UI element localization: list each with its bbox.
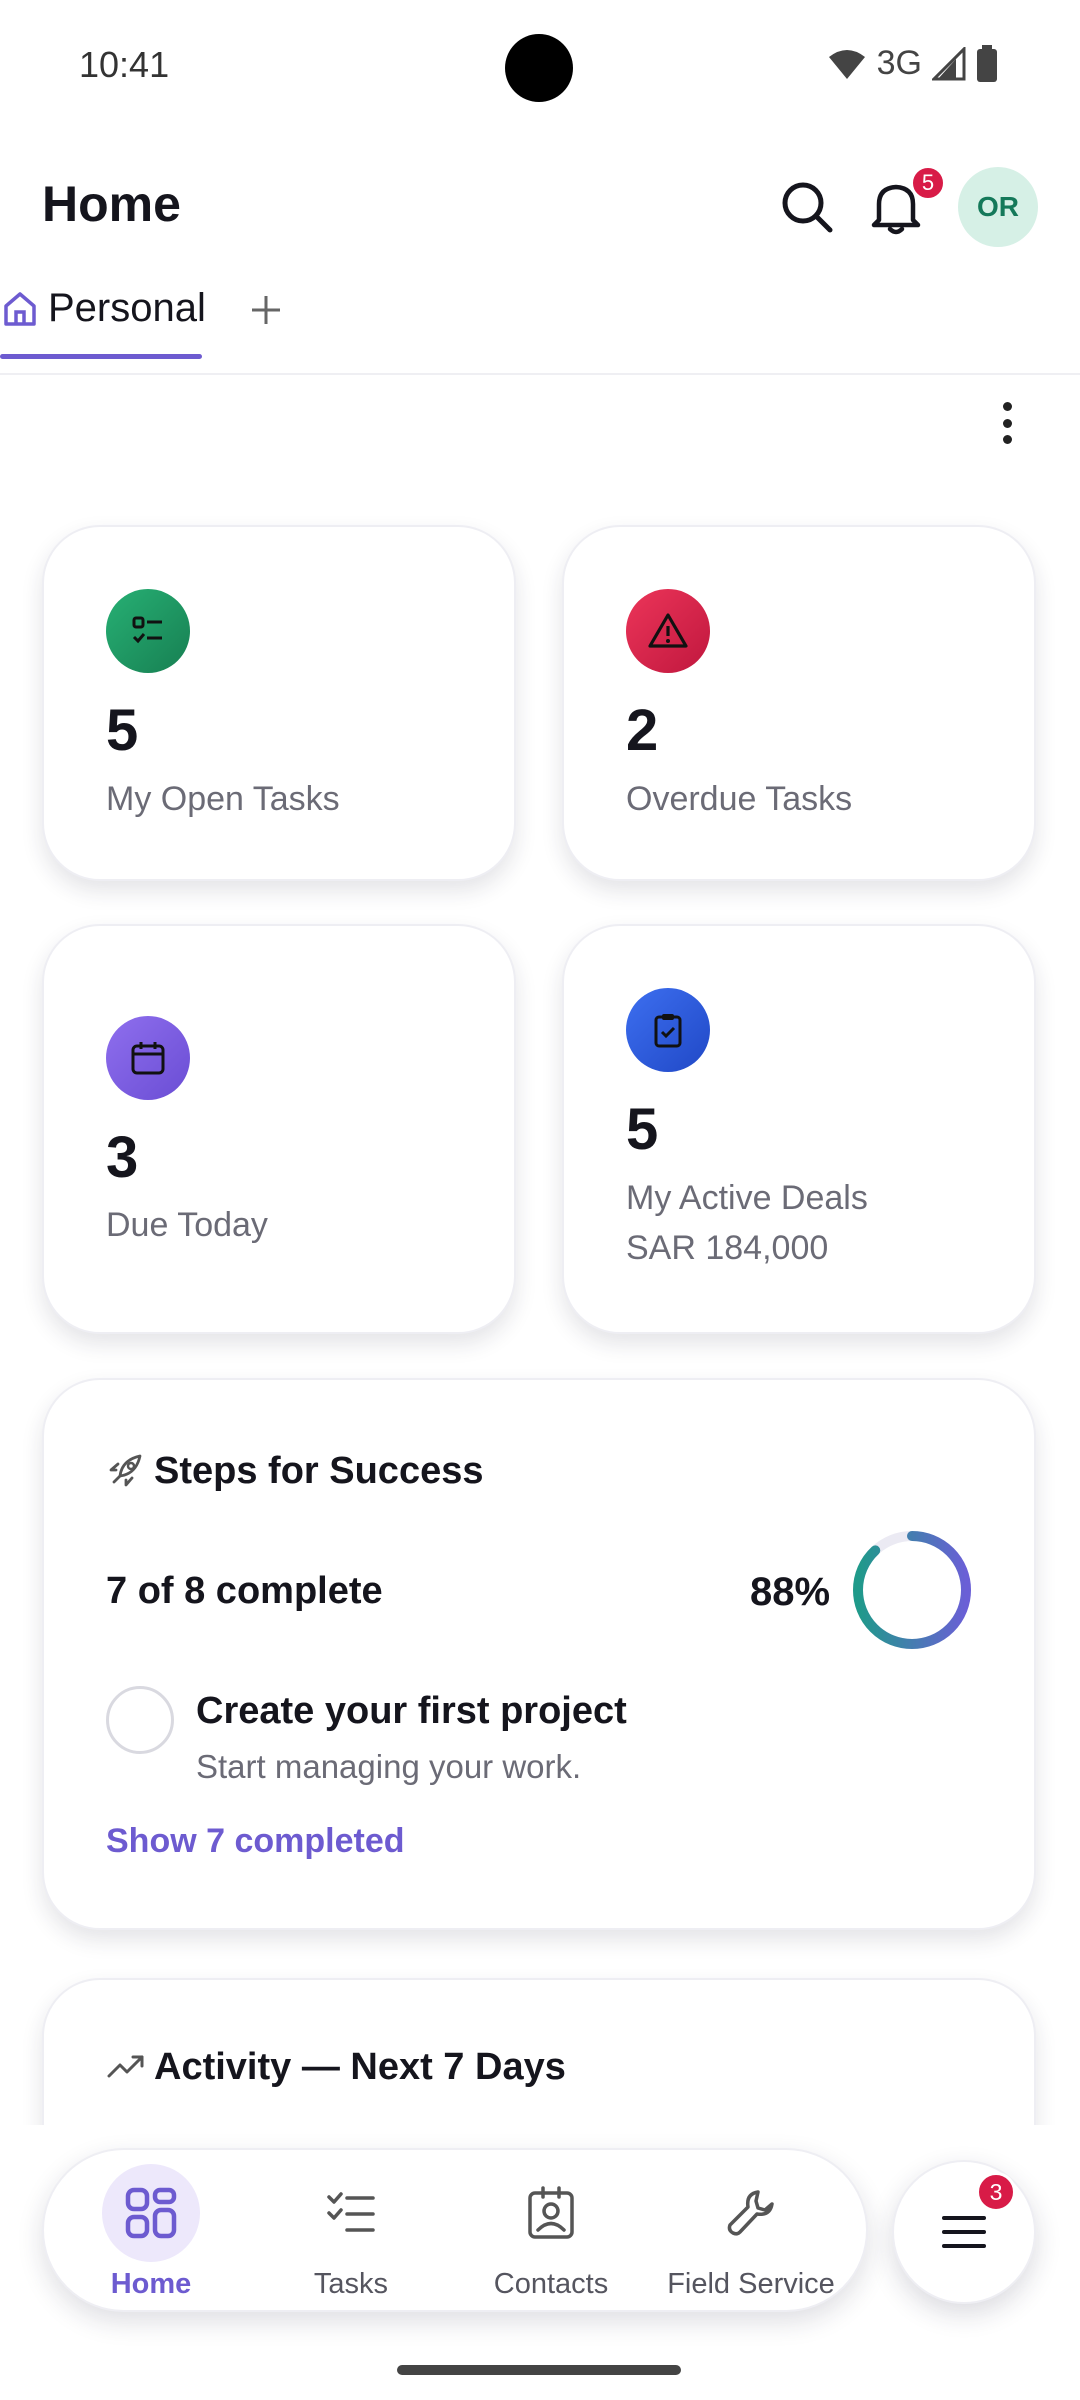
contact-badge-icon — [528, 2186, 574, 2239]
checklist-icon — [327, 2192, 375, 2232]
avatar[interactable]: OR — [958, 167, 1038, 247]
step-title[interactable]: Create your first project — [196, 1690, 627, 1733]
plus-icon — [252, 296, 280, 324]
tab-personal[interactable]: Personal — [0, 278, 206, 360]
steps-for-success-card: Steps for Success 7 of 8 complete 88% Cr… — [42, 1378, 1036, 1930]
progress-ring — [853, 1531, 971, 1649]
stat-label: Overdue Tasks — [626, 780, 853, 818]
search-button[interactable] — [776, 176, 838, 238]
search-icon — [782, 182, 833, 233]
nav-item-contacts[interactable]: Contacts — [456, 2164, 646, 2304]
show-completed-link[interactable]: Show 7 completed — [106, 1822, 405, 1861]
nav-item-home[interactable]: Home — [56, 2164, 246, 2304]
stat-sub-amount: SAR 184,000 — [626, 1229, 829, 1267]
home-icon — [4, 292, 36, 326]
calendar-icon — [106, 1016, 190, 1100]
stat-label: My Active Deals — [626, 1179, 868, 1217]
menu-icon — [942, 2216, 986, 2248]
nav-item-tasks[interactable]: Tasks — [256, 2164, 446, 2304]
menu-button[interactable] — [892, 2160, 1036, 2304]
wrench-icon — [727, 2190, 774, 2236]
stat-card-due-today[interactable]: 3 Due Today — [42, 924, 516, 1334]
wifi-icon — [827, 47, 867, 81]
tab-label: Personal — [48, 286, 206, 330]
tab-divider — [0, 373, 1080, 375]
nav-label: Home — [110, 2268, 192, 2300]
warning-icon — [626, 589, 710, 673]
more-dot — [1002, 435, 1012, 444]
battery-icon — [976, 44, 998, 83]
steps-percent: 88% — [750, 1570, 831, 1614]
more-options-button[interactable] — [990, 398, 1024, 448]
task-list-icon — [106, 589, 190, 673]
status-bar: 10:41 3G — [0, 0, 1080, 135]
grid-icon — [125, 2187, 177, 2239]
stat-value: 5 — [106, 698, 139, 763]
progress-arc — [853, 1531, 971, 1649]
step-subtitle: Start managing your work. — [196, 1748, 582, 1785]
home-screen: 10:41 3G Home 5 OR Personal 5 My Open Ta… — [0, 0, 1080, 2400]
page-title: Home — [42, 176, 181, 232]
status-icons: 3G — [827, 44, 998, 83]
steps-count: 7 of 8 complete — [106, 1570, 383, 1612]
steps-title: Steps for Success — [154, 1450, 484, 1492]
stat-label: My Open Tasks — [106, 780, 340, 818]
home-indicator[interactable] — [397, 2365, 681, 2375]
camera-cutout — [505, 34, 573, 102]
signal-icon — [932, 46, 966, 81]
trending-up-icon — [107, 2055, 144, 2078]
bottom-navigation: Home Tasks Contacts Field Service — [42, 2148, 868, 2312]
nav-label: Contacts — [493, 2268, 609, 2300]
more-dot — [1002, 402, 1012, 411]
notifications-badge: 5 — [910, 165, 946, 201]
stat-card-open-tasks[interactable]: 5 My Open Tasks — [42, 525, 516, 881]
stat-value: 3 — [106, 1125, 139, 1190]
stat-card-active-deals[interactable]: 5 My Active Deals SAR 184,000 — [562, 924, 1036, 1334]
stat-card-overdue-tasks[interactable]: 2 Overdue Tasks — [562, 525, 1036, 881]
menu-badge: 3 — [976, 2172, 1016, 2212]
nav-item-field-service[interactable]: Field Service — [656, 2164, 846, 2304]
add-tab-button[interactable] — [246, 286, 286, 334]
clipboard-check-icon — [626, 988, 710, 1072]
more-dot — [1002, 418, 1012, 428]
step-checkbox[interactable] — [106, 1686, 174, 1754]
network-type: 3G — [876, 44, 922, 82]
active-tab-indicator — [0, 354, 202, 359]
status-time: 10:41 — [79, 44, 170, 85]
stat-label: Due Today — [106, 1206, 268, 1244]
nav-label: Tasks — [313, 2268, 389, 2300]
nav-label: Field Service — [667, 2268, 835, 2300]
stat-value: 5 — [626, 1097, 659, 1162]
stat-value: 2 — [626, 698, 659, 763]
activity-title: Activity — Next 7 Days — [154, 2046, 566, 2088]
rocket-icon — [109, 1454, 142, 1487]
